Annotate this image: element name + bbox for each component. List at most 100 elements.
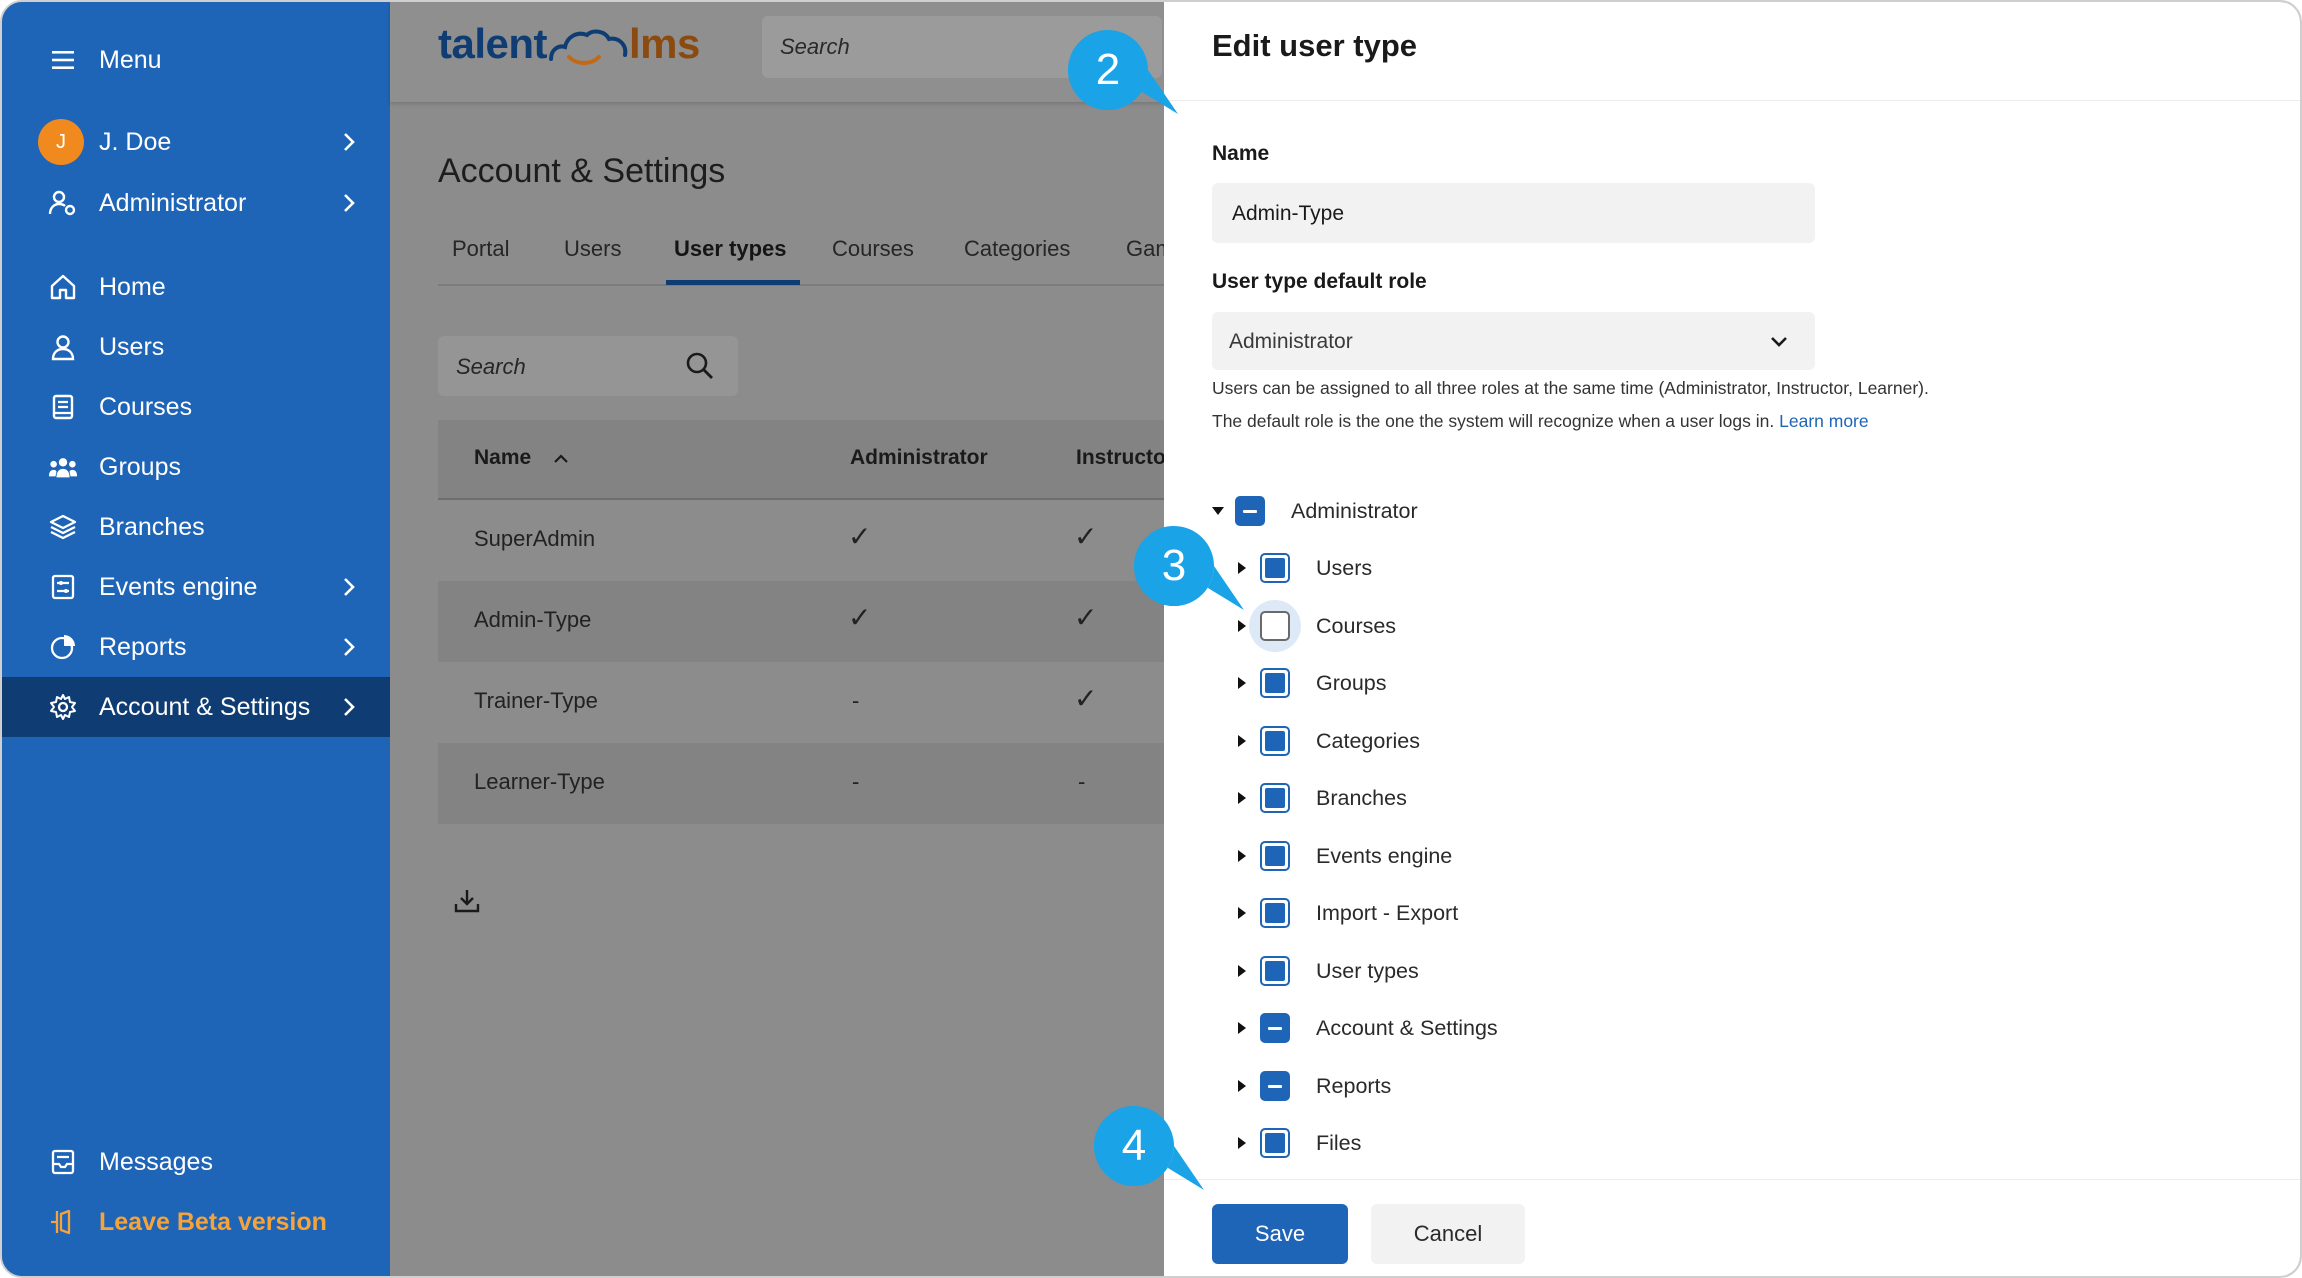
menu-toggle[interactable]: Menu	[2, 30, 390, 90]
caret-right-icon[interactable]	[1235, 791, 1249, 805]
tab-courses[interactable]: Courses	[832, 236, 914, 262]
learn-more-link[interactable]: Learn more	[1779, 411, 1869, 431]
tree-item-label: Reports	[1316, 1074, 1392, 1098]
name-input[interactable]: Admin-Type	[1212, 183, 1815, 243]
checkbox-courses[interactable]	[1260, 611, 1290, 641]
caret-down-icon[interactable]	[1211, 504, 1225, 518]
sidebar-item-reports[interactable]: Reports	[2, 617, 390, 677]
main-content: talent lms Search Account & Settings Port…	[390, 2, 1174, 1276]
user-gear-icon	[48, 188, 78, 218]
table-row[interactable]: Learner-Type - -	[438, 743, 1164, 824]
talentlms-logo[interactable]: talent lms	[438, 20, 700, 68]
sidebar-item-home[interactable]: Home	[2, 257, 390, 317]
chevron-right-icon	[344, 578, 355, 596]
row-name: SuperAdmin	[474, 526, 596, 551]
sidebar-item-label: Branches	[99, 512, 205, 541]
sidebar-item-events-engine[interactable]: Events engine	[2, 557, 390, 617]
checkbox-account-settings[interactable]	[1260, 1013, 1290, 1043]
caret-right-icon[interactable]	[1235, 1136, 1249, 1150]
leave-beta-link[interactable]: Leave Beta version	[2, 1192, 390, 1252]
inbox-icon	[48, 1147, 78, 1177]
checkbox-files[interactable]	[1260, 1128, 1290, 1158]
sidebar-item-messages[interactable]: Messages	[2, 1132, 390, 1192]
sidebar-item-account-settings[interactable]: Account & Settings	[2, 677, 390, 737]
settings-tabs: Portal Users User types Courses Categori…	[438, 230, 1174, 286]
default-role-label: User type default role	[1212, 270, 1427, 293]
tab-portal[interactable]: Portal	[452, 236, 509, 262]
layers-icon	[48, 512, 78, 542]
tree-item-label: Categories	[1316, 729, 1420, 753]
book-icon	[48, 392, 78, 422]
sidebar-item-label: Reports	[99, 632, 187, 661]
download-icon[interactable]	[452, 886, 482, 916]
role-switcher[interactable]: Administrator	[2, 173, 390, 233]
app-window: Menu J J. Doe Administrator Home Users C…	[0, 0, 2302, 1278]
row-admin-value: -	[852, 769, 860, 794]
tab-categories[interactable]: Categories	[964, 236, 1070, 262]
caret-right-icon[interactable]	[1235, 1079, 1249, 1093]
footer-divider	[1164, 1179, 2300, 1180]
step-callout-4: 4	[1094, 1106, 1204, 1216]
caret-right-icon[interactable]	[1235, 734, 1249, 748]
sidebar-item-label: Courses	[99, 392, 193, 421]
table-row[interactable]: Admin-Type ✓ ✓	[438, 581, 1164, 662]
checkbox-import-export[interactable]	[1260, 898, 1290, 928]
caret-right-icon[interactable]	[1235, 849, 1249, 863]
gear-icon	[48, 692, 78, 722]
chevron-right-icon	[344, 698, 355, 716]
logo-text-left: talent	[438, 20, 548, 67]
tree-item-label: User types	[1316, 959, 1419, 983]
caret-right-icon[interactable]	[1235, 964, 1249, 978]
sidebar-item-groups[interactable]: Groups	[2, 437, 390, 497]
tree-item-label: Courses	[1316, 614, 1397, 638]
role-help-text-2-body: The default role is the one the system w…	[1212, 411, 1775, 431]
row-name: Admin-Type	[474, 607, 592, 632]
checkbox-categories[interactable]	[1260, 726, 1290, 756]
user-profile-item[interactable]: J J. Doe	[2, 112, 390, 172]
tree-item-label: Events engine	[1316, 844, 1453, 868]
callout-number: 2	[1095, 45, 1121, 94]
caret-right-icon[interactable]	[1235, 1021, 1249, 1035]
check-icon: ✓	[848, 602, 872, 633]
name-label: Name	[1212, 142, 1270, 165]
row-instructor-value: -	[1078, 769, 1086, 794]
checkbox-user-types[interactable]	[1260, 956, 1290, 986]
sidebar-item-courses[interactable]: Courses	[2, 377, 390, 437]
sidebar-item-label: Groups	[99, 452, 181, 481]
checkbox-events-engine[interactable]	[1260, 841, 1290, 871]
search-placeholder: Search	[456, 354, 526, 379]
default-role-select[interactable]: Administrator	[1212, 312, 1815, 370]
tab-user-types[interactable]: User types	[674, 236, 787, 262]
tree-item-label: Users	[1316, 556, 1373, 580]
search-icon[interactable]	[684, 350, 716, 382]
table-header: Name Administrator Instructo	[438, 420, 1166, 500]
table-row[interactable]: Trainer-Type - ✓	[438, 662, 1164, 743]
checkbox-users[interactable]	[1260, 553, 1290, 583]
cloud-icon	[549, 29, 628, 65]
role-help-text-2: The default role is the one the system w…	[1212, 411, 1869, 432]
column-name-header[interactable]: Name	[474, 446, 531, 470]
role-label: Administrator	[99, 188, 247, 217]
home-icon	[48, 272, 78, 302]
user-icon	[48, 332, 78, 362]
edit-user-type-drawer: Edit user type Name Admin-Type User type…	[1164, 2, 2300, 1276]
checkbox-branches[interactable]	[1260, 783, 1290, 813]
caret-right-icon[interactable]	[1235, 906, 1249, 920]
checkbox-administrator[interactable]	[1235, 496, 1265, 526]
save-button[interactable]: Save	[1212, 1204, 1348, 1264]
checkbox-groups[interactable]	[1260, 668, 1290, 698]
tab-users[interactable]: Users	[564, 236, 621, 262]
user-types-search-input[interactable]: Search	[438, 336, 738, 396]
sidebar-item-branches[interactable]: Branches	[2, 497, 390, 557]
sidebar-item-users[interactable]: Users	[2, 317, 390, 377]
sidebar-item-label: Home	[99, 272, 166, 301]
row-admin-value: -	[852, 688, 860, 713]
cancel-button[interactable]: Cancel	[1371, 1204, 1525, 1264]
leave-beta-label: Leave Beta version	[99, 1207, 327, 1236]
caret-right-icon[interactable]	[1235, 676, 1249, 690]
table-row[interactable]: SuperAdmin ✓ ✓	[438, 500, 1164, 581]
sliders-icon	[48, 572, 78, 602]
column-instructor-header: Instructo	[1076, 446, 1166, 469]
checkbox-reports[interactable]	[1260, 1071, 1290, 1101]
sort-ascending-icon[interactable]	[552, 450, 570, 468]
